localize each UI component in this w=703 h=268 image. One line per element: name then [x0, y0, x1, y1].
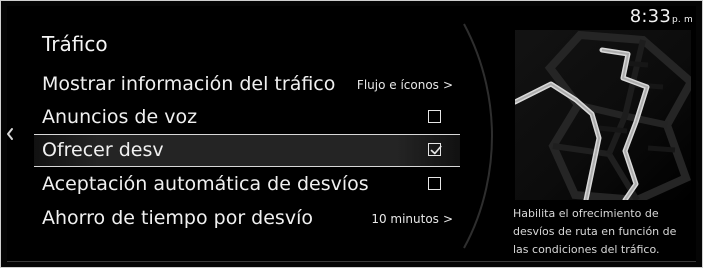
clock-time: 8:33	[629, 6, 671, 27]
menu-item-offer-detours[interactable]: Ofrecer desv	[34, 134, 460, 167]
menu-item-label: Ahorro de tiempo por desvío	[42, 207, 313, 229]
chevron-left-icon	[7, 128, 13, 140]
selection-bottom-line	[34, 166, 460, 167]
page-title: Tráfico	[42, 32, 108, 56]
infotainment-screen: 8:33p. m Tráfico Mostrar información del…	[0, 0, 703, 268]
menu-item-auto-accept-detours[interactable]: Aceptación automática de desvíos	[34, 168, 460, 201]
menu-item-label: Mostrar información del tráfico	[42, 73, 336, 95]
selection-top-line	[34, 134, 460, 135]
menu-item-label: Ofrecer desv	[42, 139, 164, 161]
status-clock: 8:33p. m	[630, 6, 693, 27]
screen-bottom-border	[7, 261, 696, 262]
menu-item-label: Anuncios de voz	[42, 106, 198, 128]
menu-item-label: Aceptación automática de desvíos	[42, 173, 369, 195]
setting-description: Habilita el ofrecimiento de desvíos de r…	[513, 207, 677, 256]
menu-item-traffic-info[interactable]: Mostrar información del tráfico Flujo e …	[34, 68, 460, 101]
detour-time-saving-value: 10 minutos	[371, 212, 439, 226]
menu-item-detour-time-saving[interactable]: Ahorro de tiempo por desvío 10 minutos >	[34, 202, 460, 235]
menu-item-voice-announcements[interactable]: Anuncios de voz	[34, 101, 460, 134]
back-button[interactable]	[3, 124, 17, 144]
traffic-info-value: Flujo e íconos	[356, 78, 439, 92]
clock-am-pm: p. m	[671, 15, 693, 25]
panel-divider	[463, 23, 494, 249]
route-map-icon	[515, 30, 691, 200]
